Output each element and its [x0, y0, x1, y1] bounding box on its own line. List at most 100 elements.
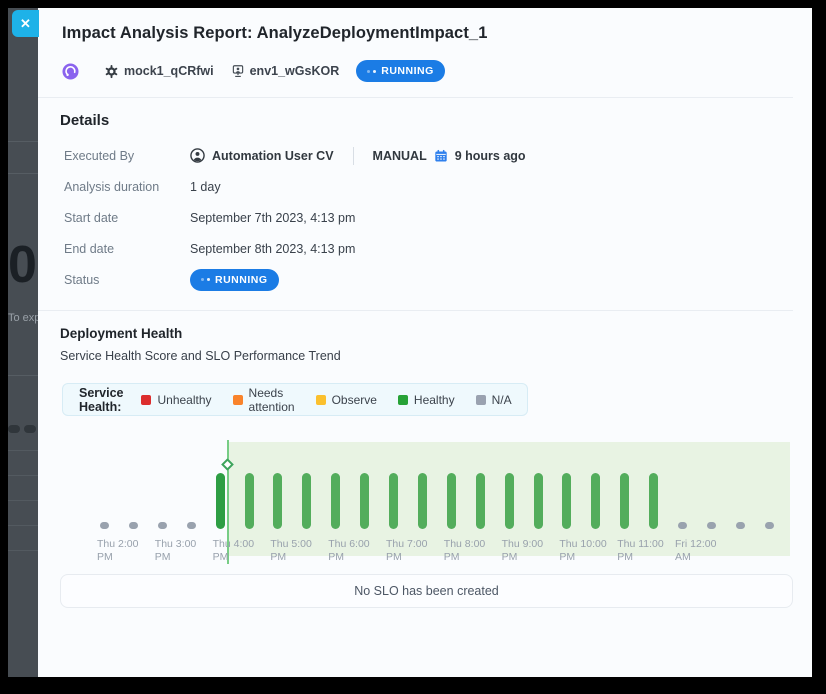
background-row-line: [8, 475, 38, 476]
close-button[interactable]: ✕: [12, 10, 39, 37]
legend-label: Observe: [332, 393, 377, 407]
legend-swatch: [233, 395, 243, 405]
health-bar-healthy[interactable]: [418, 473, 427, 529]
x-axis-tick-label: Thu 3:00PM: [155, 538, 217, 564]
executed-by-user: Automation User CV: [212, 149, 334, 163]
x-axis-tick-label: Thu 7:00PM: [386, 538, 448, 564]
health-bar-healthy[interactable]: [389, 473, 398, 529]
detail-row-end-date: End date September 8th 2023, 4:13 pm: [64, 233, 764, 264]
details-rows: Executed By Automation User CV MANUAL: [64, 140, 764, 295]
legend-label: N/A: [492, 393, 512, 407]
x-axis-tick-label: Fri 12:00AM: [675, 538, 737, 564]
x-axis-tick-label: Thu 2:00PM: [97, 538, 159, 564]
service-logo-icon: [62, 63, 79, 80]
legend-item: Unhealthy: [141, 393, 211, 407]
health-bar-healthy[interactable]: [360, 473, 369, 529]
detail-label: Start date: [64, 211, 190, 225]
legend-label: Unhealthy: [157, 393, 211, 407]
legend-label: Healthy: [414, 393, 455, 407]
trigger-type: MANUAL: [373, 149, 427, 163]
background-divider: [8, 141, 38, 142]
legend-swatch: [316, 395, 326, 405]
deployment-health-chart: Thu 2:00PMThu 3:00PMThu 4:00PMThu 5:00PM…: [60, 432, 793, 575]
legend-swatch: [476, 395, 486, 405]
status-badge-label: RUNNING: [215, 274, 268, 286]
health-bar-healthy[interactable]: [331, 473, 340, 529]
detail-label: Analysis duration: [64, 180, 190, 194]
executed-time: 9 hours ago: [455, 149, 526, 163]
health-bar-healthy[interactable]: [562, 473, 571, 529]
value-separator: [353, 147, 354, 165]
health-bar-healthy[interactable]: [302, 473, 311, 529]
health-bar-healthy[interactable]: [591, 473, 600, 529]
health-bar-healthy[interactable]: [447, 473, 456, 529]
background-button-shape: [24, 425, 36, 433]
status-dot: [201, 278, 204, 281]
detail-row-start-date: Start date September 7th 2023, 4:13 pm: [64, 202, 764, 233]
legend-item: Healthy: [398, 393, 455, 407]
health-bar-na[interactable]: [100, 522, 109, 529]
slo-empty-message: No SLO has been created: [354, 584, 499, 598]
health-bar-na[interactable]: [158, 522, 167, 529]
background-row-line: [8, 450, 38, 451]
slo-empty-state: No SLO has been created: [60, 574, 793, 608]
legend-item: Needs attention: [233, 386, 295, 414]
background-partial-text: To exp: [8, 312, 38, 324]
legend-item: Observe: [316, 393, 377, 407]
chart-subtitle: Service Health Score and SLO Performance…: [60, 349, 341, 363]
legend-swatch: [141, 395, 151, 405]
environment-name: env1_wGsKOR: [250, 64, 340, 78]
status-badge: RUNNING: [356, 60, 445, 82]
detail-label: Status: [64, 273, 190, 287]
background-divider: [8, 173, 38, 174]
detail-row-status: Status RUNNING: [64, 264, 764, 295]
detail-row-executed-by: Executed By Automation User CV MANUAL: [64, 140, 764, 171]
x-axis-tick-label: Thu 4:00PM: [213, 538, 275, 564]
end-date-value: September 8th 2023, 4:13 pm: [190, 242, 355, 256]
status-dot: [207, 278, 210, 281]
calendar-icon: [434, 149, 448, 163]
modal-overlay[interactable]: 0 To exp ✕ Impact Analysis Report: Analy…: [8, 8, 812, 677]
health-bar-na[interactable]: [707, 522, 716, 529]
health-bar-healthy[interactable]: [245, 473, 254, 529]
health-bar-healthy[interactable]: [476, 473, 485, 529]
page-title: Impact Analysis Report: AnalyzeDeploymen…: [62, 24, 487, 43]
legend-item: N/A: [476, 393, 512, 407]
service-meta: mock1_qCRfwi: [104, 64, 214, 79]
x-axis-tick-label: Thu 9:00PM: [502, 538, 564, 564]
status-badge-label: RUNNING: [381, 65, 434, 77]
report-meta-row: mock1_qCRfwi env1_wGsKOR RUNNING: [62, 60, 445, 82]
health-bar-healthy[interactable]: [505, 473, 514, 529]
background-count-number: 0: [8, 239, 37, 291]
health-bar-na[interactable]: [678, 522, 687, 529]
health-bar-healthy[interactable]: [273, 473, 282, 529]
background-button-shape: [8, 425, 20, 433]
health-bar-healthy[interactable]: [649, 473, 658, 529]
close-icon: ✕: [20, 16, 31, 32]
background-row-line: [8, 500, 38, 501]
status-dot: [373, 70, 376, 73]
header-divider: [38, 97, 793, 98]
health-bar-na[interactable]: [187, 522, 196, 529]
detail-row-duration: Analysis duration 1 day: [64, 171, 764, 202]
health-bar-na[interactable]: [736, 522, 745, 529]
status-badge: RUNNING: [190, 269, 279, 291]
health-bar-na[interactable]: [765, 522, 774, 529]
x-axis-tick-label: Thu 8:00PM: [444, 538, 506, 564]
health-bar-na[interactable]: [129, 522, 138, 529]
status-dot: [367, 70, 370, 73]
duration-value: 1 day: [190, 180, 221, 194]
service-health-legend: Service Health: UnhealthyNeeds attention…: [62, 383, 528, 416]
health-bar-healthy[interactable]: [216, 473, 225, 529]
background-row-line: [8, 525, 38, 526]
gear-icon: [104, 64, 119, 79]
detail-label: Executed By: [64, 149, 190, 163]
x-axis-tick-label: Thu 10:00PM: [559, 538, 621, 564]
background-divider: [8, 375, 38, 376]
details-heading: Details: [60, 112, 109, 129]
health-bar-healthy[interactable]: [534, 473, 543, 529]
health-bar-healthy[interactable]: [620, 473, 629, 529]
detail-label: End date: [64, 242, 190, 256]
background-row-line: [8, 550, 38, 551]
impact-analysis-modal: Impact Analysis Report: AnalyzeDeploymen…: [38, 8, 812, 677]
